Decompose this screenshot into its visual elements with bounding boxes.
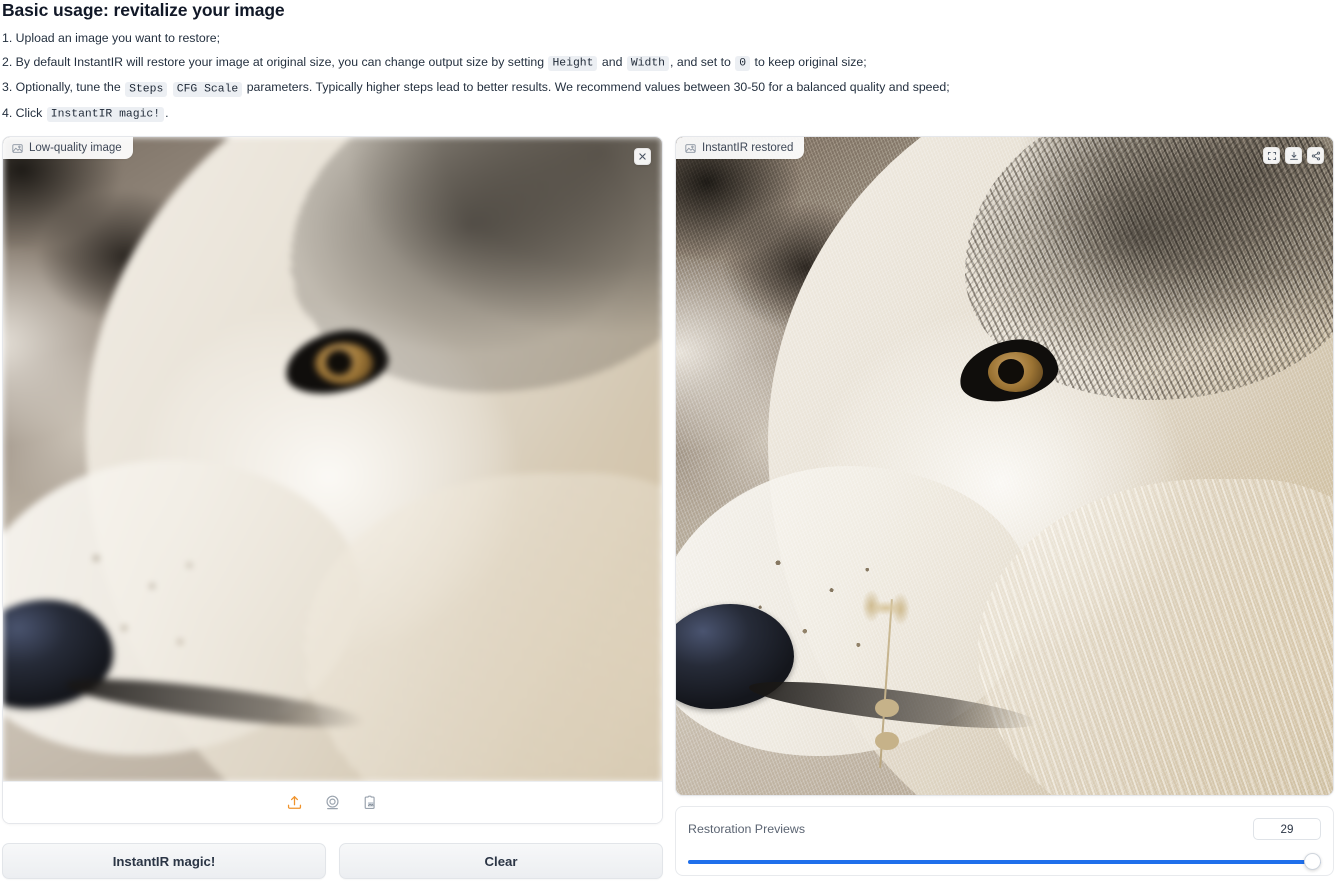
input-image-buttons bbox=[634, 148, 651, 165]
image-icon bbox=[12, 143, 23, 154]
instantir-magic-button[interactable]: InstantIR magic! bbox=[2, 843, 326, 879]
input-image-panel: Low-quality image bbox=[2, 136, 663, 824]
action-buttons: InstantIR magic! Clear bbox=[2, 843, 663, 879]
input-image-label: Low-quality image bbox=[3, 137, 133, 159]
usage-step-2: 2. By default InstantIR will restore you… bbox=[2, 54, 867, 72]
download-icon bbox=[1289, 151, 1299, 161]
download-button[interactable] bbox=[1285, 147, 1302, 164]
output-image-panel: InstantIR restored bbox=[675, 136, 1334, 796]
output-image-buttons bbox=[1263, 147, 1324, 164]
inline-code: Height bbox=[548, 56, 598, 72]
slider-label: Restoration Previews bbox=[688, 822, 806, 836]
close-button[interactable] bbox=[634, 148, 651, 165]
paste-clipboard-icon[interactable] bbox=[361, 793, 381, 813]
slider-fill bbox=[688, 860, 1321, 864]
inline-code: 0 bbox=[735, 56, 751, 72]
page-title: Basic usage: revitalize your image bbox=[2, 0, 285, 20]
clear-button[interactable]: Clear bbox=[339, 843, 663, 879]
low-quality-wolf-image bbox=[3, 137, 662, 782]
webcam-icon[interactable] bbox=[323, 793, 343, 813]
share-button[interactable] bbox=[1307, 147, 1324, 164]
fullscreen-button[interactable] bbox=[1263, 147, 1280, 164]
slider-track-wrap[interactable] bbox=[688, 853, 1321, 870]
app-root: Basic usage: revitalize your image 1. Up… bbox=[0, 0, 1335, 881]
input-image-label-text: Low-quality image bbox=[29, 142, 122, 154]
slider-header: Restoration Previews 29 bbox=[688, 818, 1321, 840]
slider-thumb[interactable] bbox=[1304, 853, 1321, 870]
image-panels: Low-quality image InstantIR restored bbox=[0, 136, 1335, 826]
usage-step-1: 1. Upload an image you want to restore; bbox=[2, 31, 221, 45]
dried-flower bbox=[847, 584, 926, 769]
inline-code: Width bbox=[626, 56, 670, 72]
image-icon bbox=[685, 143, 696, 154]
upload-icon[interactable] bbox=[285, 793, 305, 813]
usage-step-4: 4. Click InstantIR magic!. bbox=[2, 105, 169, 123]
input-toolbar bbox=[3, 781, 662, 823]
usage-steps: 1. Upload an image you want to restore; … bbox=[2, 31, 1322, 131]
inline-code: CFG Scale bbox=[172, 81, 243, 97]
restored-wolf-image bbox=[676, 137, 1333, 795]
output-image-label: InstantIR restored bbox=[676, 137, 805, 159]
share-icon bbox=[1311, 151, 1321, 161]
restoration-previews-slider-panel: Restoration Previews 29 bbox=[675, 806, 1334, 876]
input-image-stage[interactable] bbox=[3, 137, 662, 782]
output-image-stage[interactable] bbox=[676, 137, 1333, 795]
inline-code: InstantIR magic! bbox=[46, 107, 165, 123]
fullscreen-icon bbox=[1267, 151, 1277, 161]
slider-value-input[interactable]: 29 bbox=[1253, 818, 1321, 840]
output-image-label-text: InstantIR restored bbox=[702, 142, 794, 154]
usage-step-3: 3. Optionally, tune the Steps CFG Scale … bbox=[2, 80, 950, 97]
inline-code: Steps bbox=[125, 81, 168, 97]
close-icon bbox=[638, 152, 647, 161]
